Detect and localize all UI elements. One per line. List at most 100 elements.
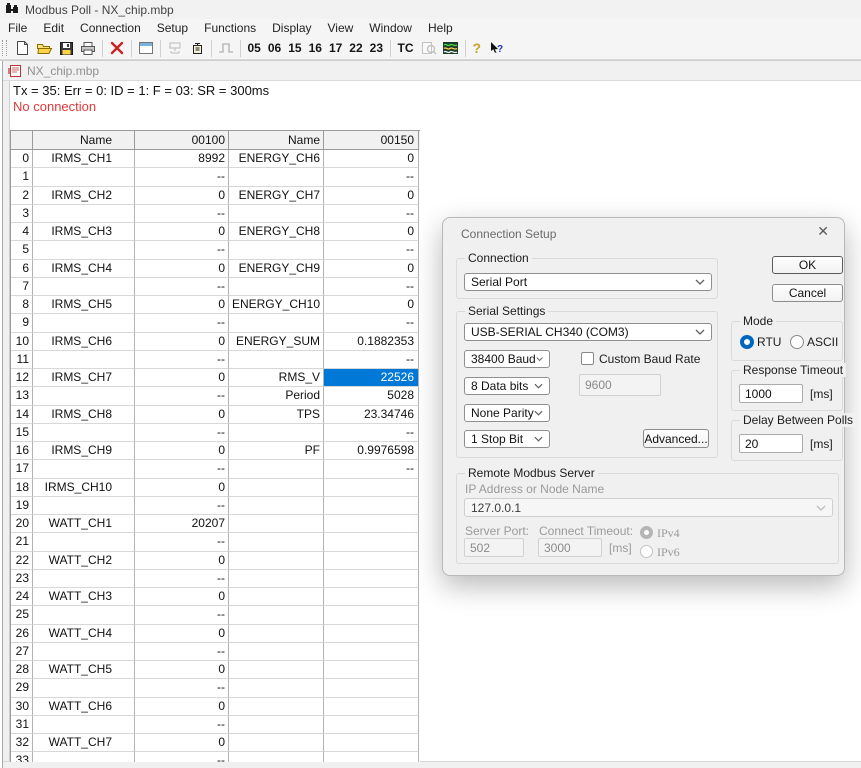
menu-window[interactable]: Window: [369, 21, 412, 35]
menu-functions[interactable]: Functions: [204, 21, 256, 35]
grid-cell[interactable]: 0: [135, 187, 229, 205]
grid-cell[interactable]: --: [135, 716, 229, 734]
test-center-button[interactable]: TC: [394, 41, 418, 55]
grid-cell[interactable]: 0: [135, 552, 229, 570]
grid-cell[interactable]: IRMS_CH7: [33, 369, 135, 387]
grid-cell[interactable]: --: [324, 241, 419, 259]
grid-cell[interactable]: 20207: [135, 515, 229, 533]
grid-cell[interactable]: --: [324, 460, 419, 478]
grid-cell[interactable]: --: [135, 205, 229, 223]
grid-cell[interactable]: 0: [135, 698, 229, 716]
grid-cell[interactable]: WATT_CH4: [33, 625, 135, 643]
grid-cell[interactable]: 0: [324, 260, 419, 278]
grid-cell[interactable]: 0: [135, 734, 229, 752]
grid-cell[interactable]: 0: [324, 223, 419, 241]
communication-link-icon[interactable]: [164, 38, 186, 58]
grid-cell[interactable]: 0: [135, 588, 229, 606]
advanced-button[interactable]: Advanced...: [643, 429, 709, 448]
grid-cell[interactable]: --: [324, 278, 419, 296]
grid-cell[interactable]: [33, 205, 135, 223]
baud-rate-select[interactable]: 38400 Baud: [464, 350, 550, 368]
grid-cell[interactable]: 0: [135, 479, 229, 497]
grid-cell[interactable]: [324, 643, 419, 661]
grid-cell[interactable]: 22526: [324, 369, 419, 387]
menu-view[interactable]: View: [328, 21, 354, 35]
grid-cell[interactable]: [324, 588, 419, 606]
grid-cell[interactable]: ENERGY_CH7: [229, 187, 324, 205]
grid-cell[interactable]: IRMS_CH10: [33, 479, 135, 497]
grid-cell[interactable]: PF: [229, 442, 324, 460]
connection-type-select[interactable]: Serial Port: [464, 273, 712, 291]
grid-cell[interactable]: [324, 570, 419, 588]
grid-cell[interactable]: 0: [135, 661, 229, 679]
device-monitor-icon[interactable]: [186, 38, 208, 58]
grid-cell[interactable]: [229, 643, 324, 661]
function-code-button-15[interactable]: 15: [285, 41, 305, 55]
ok-button[interactable]: OK: [772, 256, 843, 274]
grid-cell[interactable]: [229, 752, 324, 762]
function-code-button-06[interactable]: 06: [264, 41, 284, 55]
grid-cell[interactable]: --: [135, 606, 229, 624]
pulse-icon[interactable]: [215, 38, 237, 58]
poll-definition-icon[interactable]: [135, 38, 157, 58]
grid-cell[interactable]: IRMS_CH5: [33, 296, 135, 314]
grid-cell[interactable]: WATT_CH5: [33, 661, 135, 679]
grid-cell[interactable]: --: [324, 314, 419, 332]
grid-cell[interactable]: IRMS_CH6: [33, 333, 135, 351]
grid-cell[interactable]: [33, 168, 135, 186]
grid-cell[interactable]: WATT_CH1: [33, 515, 135, 533]
grid-cell[interactable]: [229, 424, 324, 442]
grid-cell[interactable]: [324, 661, 419, 679]
grid-cell[interactable]: [33, 570, 135, 588]
grid-cell[interactable]: [324, 625, 419, 643]
grid-cell[interactable]: WATT_CH6: [33, 698, 135, 716]
grid-cell[interactable]: [229, 168, 324, 186]
new-file-icon[interactable]: [11, 38, 33, 58]
grid-cell[interactable]: TPS: [229, 406, 324, 424]
menu-connection[interactable]: Connection: [80, 21, 141, 35]
grid-cell[interactable]: [229, 278, 324, 296]
grid-cell[interactable]: [33, 351, 135, 369]
grid-cell[interactable]: [229, 625, 324, 643]
grid-cell[interactable]: [229, 661, 324, 679]
grid-cell[interactable]: 0: [135, 442, 229, 460]
grid-cell[interactable]: IRMS_CH4: [33, 260, 135, 278]
grid-cell[interactable]: IRMS_CH3: [33, 223, 135, 241]
save-icon[interactable]: [55, 38, 77, 58]
context-help-icon[interactable]: ?: [485, 38, 507, 58]
cancel-button[interactable]: Cancel: [772, 284, 843, 302]
grid-cell[interactable]: [33, 679, 135, 697]
parity-select[interactable]: None Parity: [464, 404, 550, 422]
horizontal-scrollbar[interactable]: [3, 761, 861, 768]
grid-cell[interactable]: [324, 752, 419, 762]
grid-cell[interactable]: 0: [135, 296, 229, 314]
grid-cell[interactable]: 23.34746: [324, 406, 419, 424]
grid-cell[interactable]: [33, 533, 135, 551]
grid-cell[interactable]: 0.1882353: [324, 333, 419, 351]
grid-cell[interactable]: [33, 497, 135, 515]
poll-monitor-icon[interactable]: [440, 38, 462, 58]
function-code-button-17[interactable]: 17: [325, 41, 345, 55]
grid-cell[interactable]: IRMS_CH2: [33, 187, 135, 205]
grid-cell[interactable]: --: [135, 314, 229, 332]
grid-cell[interactable]: --: [135, 679, 229, 697]
grid-cell[interactable]: --: [135, 752, 229, 762]
document-titlebar[interactable]: NX_chip.mbp: [3, 61, 861, 81]
grid-cell[interactable]: [324, 533, 419, 551]
function-code-button-16[interactable]: 16: [305, 41, 325, 55]
open-file-icon[interactable]: [33, 38, 55, 58]
grid-cell[interactable]: [229, 533, 324, 551]
menu-setup[interactable]: Setup: [157, 21, 188, 35]
grid-cell[interactable]: 0.9976598: [324, 442, 419, 460]
grid-cell[interactable]: ENERGY_CH8: [229, 223, 324, 241]
grid-cell[interactable]: [33, 387, 135, 405]
grid-cell[interactable]: [229, 734, 324, 752]
data-bits-select[interactable]: 8 Data bits: [464, 377, 550, 395]
grid-cell[interactable]: WATT_CH3: [33, 588, 135, 606]
grid-cell[interactable]: Period: [229, 387, 324, 405]
grid-cell[interactable]: 0: [324, 296, 419, 314]
custom-baud-checkbox[interactable]: [581, 352, 594, 365]
grid-cell[interactable]: [33, 643, 135, 661]
grid-cell[interactable]: ENERGY_SUM: [229, 333, 324, 351]
grid-cell[interactable]: [33, 606, 135, 624]
